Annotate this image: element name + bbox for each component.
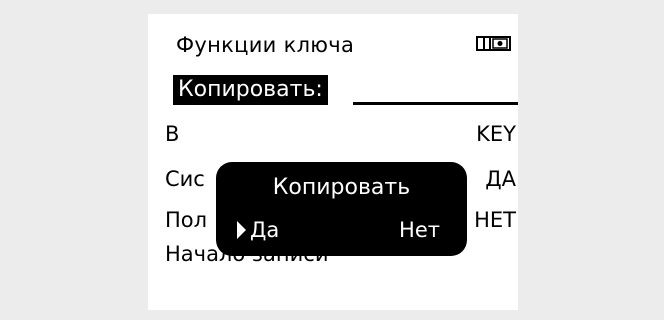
list-item-value: KEY xyxy=(476,122,516,146)
selection-underline xyxy=(353,102,518,105)
no-option[interactable]: Нет xyxy=(399,218,440,242)
list-item-value: НЕТ xyxy=(474,208,516,232)
list-item-to[interactable]: В KEY xyxy=(165,118,518,150)
yes-option[interactable]: Да xyxy=(237,218,279,242)
menu-title: Функции ключа xyxy=(176,33,355,57)
lcd-screen: Функции ключа Копировать: В KEY Сис ДА П… xyxy=(148,14,518,310)
key-card-icon xyxy=(476,36,511,51)
yes-label: Да xyxy=(250,218,280,242)
list-item-label: Пол xyxy=(165,208,208,232)
selection-arrow-icon xyxy=(237,221,246,239)
dialog-title: Копировать xyxy=(272,175,411,200)
list-item-value: ДА xyxy=(485,167,516,191)
copy-confirm-dialog: Копировать Да Нет xyxy=(216,162,467,256)
list-item-label: Сис xyxy=(165,167,205,191)
list-item-label: В xyxy=(165,122,180,146)
copy-selection-bar[interactable]: Копировать: xyxy=(173,75,328,105)
